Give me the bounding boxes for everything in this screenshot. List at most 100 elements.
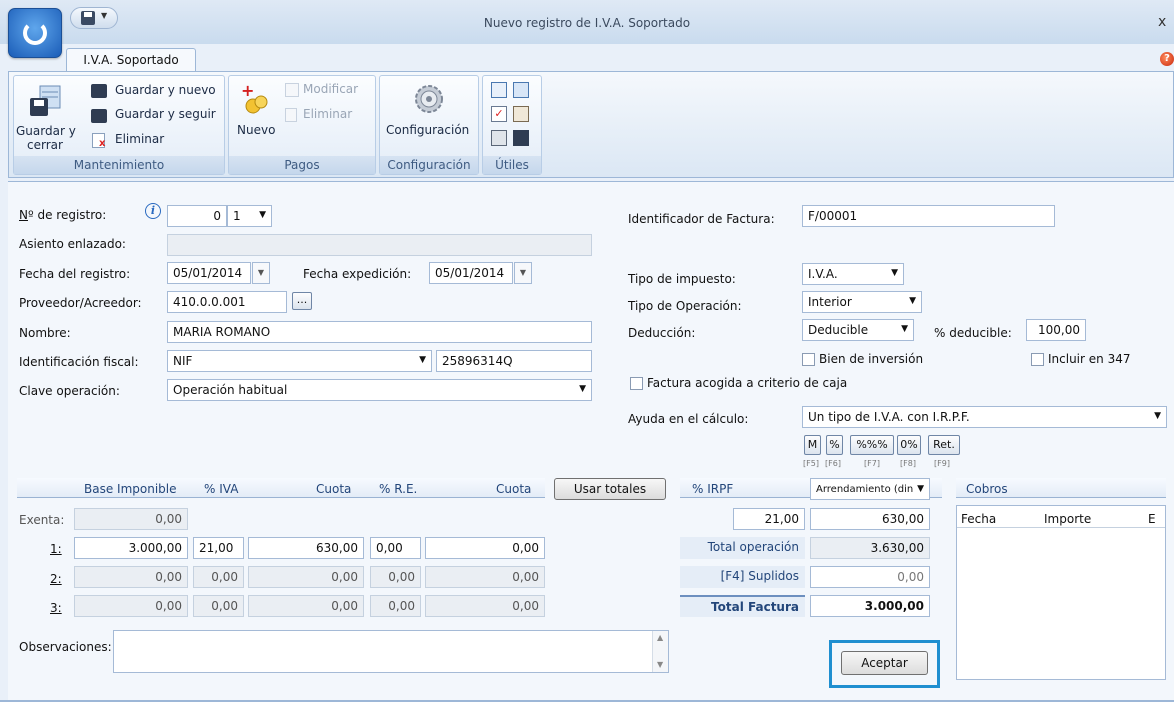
aceptar-button[interactable]: Aceptar: [841, 651, 928, 675]
cobros-col-importe: Importe: [1044, 512, 1092, 526]
identificador-factura-input[interactable]: F/00001: [802, 205, 1055, 227]
observaciones-scrollbar[interactable]: ▲ ▼: [652, 631, 668, 672]
calc-m-button[interactable]: M: [804, 435, 821, 455]
new-payment-button[interactable]: Nuevo: [237, 123, 275, 137]
clock-icon[interactable]: [513, 82, 529, 98]
deduccion-label: Deducción:: [628, 326, 696, 340]
clave-select[interactable]: Operación habitual ▼: [167, 379, 592, 401]
col-cuota-re: Cuota: [496, 482, 532, 496]
row-3-base-input: 0,00: [74, 595, 188, 617]
calc-percent-button[interactable]: %: [826, 435, 843, 455]
col-base-imponible: Base Imponible: [84, 482, 177, 496]
info-icon[interactable]: i: [145, 203, 161, 219]
fecha-registro-input[interactable]: 05/01/2014: [167, 262, 251, 284]
proveedor-label: Proveedor/Acreedor:: [19, 296, 142, 310]
ident-fiscal-input[interactable]: 25896314Q: [436, 350, 592, 372]
group-pagos: + Nuevo Modificar Eliminar Pagos: [228, 75, 376, 175]
registro-number-input[interactable]: 0: [167, 205, 227, 227]
proveedor-input[interactable]: 410.0.0.001: [167, 291, 287, 313]
observaciones-textarea[interactable]: [113, 630, 669, 673]
scroll-down-icon[interactable]: ▼: [657, 660, 663, 669]
ayuda-calculo-value: Un tipo de I.V.A. con I.R.P.F.: [808, 410, 970, 424]
tipo-impuesto-label: Tipo de impuesto:: [628, 272, 736, 286]
delete-button[interactable]: Eliminar: [115, 132, 164, 146]
calc-ret-button[interactable]: Ret.: [928, 435, 960, 455]
irpf-pct-input[interactable]: 21,00: [733, 508, 805, 530]
row-2-iva-input: 0,00: [193, 566, 244, 588]
calc-zero-button[interactable]: 0%: [897, 435, 921, 455]
row-1-cuota-input[interactable]: 630,00: [248, 537, 364, 559]
tab-iva-soportado[interactable]: I.V.A. Soportado: [66, 48, 196, 72]
chevron-down-icon[interactable]: ▼: [101, 11, 107, 20]
irpf-amount-input[interactable]: 630,00: [810, 508, 930, 530]
scroll-up-icon[interactable]: ▲: [657, 633, 663, 642]
chevron-down-icon: ▼: [901, 324, 908, 334]
group-utiles: ✓ Útiles: [482, 75, 542, 175]
cobros-grid[interactable]: [956, 505, 1166, 680]
incluir-347-checkbox[interactable]: [1031, 353, 1044, 366]
delete-payment-button[interactable]: Eliminar: [303, 107, 352, 121]
edit-icon: [285, 83, 299, 97]
tipo-impuesto-value: I.V.A.: [808, 267, 838, 281]
row-1-base-input[interactable]: 3.000,00: [74, 537, 188, 559]
bien-inversion-checkbox[interactable]: [802, 353, 815, 366]
total-factura-label: Total Factura: [680, 595, 805, 617]
calendar-dropdown-button[interactable]: ▼: [514, 262, 532, 284]
exenta-base-input: 0,00: [74, 508, 188, 530]
contacts-icon[interactable]: [513, 106, 529, 122]
chevron-down-icon: ▼: [419, 355, 426, 365]
help-icon[interactable]: ?: [1160, 52, 1174, 66]
suplidos-label[interactable]: [F4] Suplidos: [680, 566, 805, 588]
ayuda-calculo-select[interactable]: Un tipo de I.V.A. con I.R.P.F. ▼: [802, 406, 1167, 428]
proveedor-browse-button[interactable]: ...: [292, 292, 312, 310]
save-new-button[interactable]: Guardar y nuevo: [115, 83, 216, 97]
total-factura-value: 3.000,00: [810, 595, 930, 617]
save-continue-button[interactable]: Guardar y seguir: [115, 107, 216, 121]
phone-icon[interactable]: [513, 130, 529, 146]
registro-serie-value: 1: [233, 209, 241, 223]
asiento-field: [167, 234, 592, 256]
save-close-button[interactable]: Guardar y cerrar: [16, 124, 76, 152]
asiento-label: Asiento enlazado:: [19, 237, 126, 251]
checklist-icon[interactable]: ✓: [491, 106, 507, 122]
irpf-pct-header: % IRPF: [692, 482, 734, 496]
close-icon[interactable]: x: [1158, 14, 1166, 30]
group-label-pagos: Pagos: [229, 156, 375, 174]
nombre-input[interactable]: MARIA ROMANO: [167, 321, 592, 343]
calendar-dropdown-button[interactable]: ▼: [252, 262, 270, 284]
row-3-re-input: 0,00: [370, 595, 421, 617]
app-menu-button[interactable]: [8, 8, 62, 58]
configuration-button[interactable]: Configuración: [386, 123, 469, 137]
pct-deducible-label: % deducible:: [934, 326, 1012, 340]
suplidos-input[interactable]: 0,00: [810, 566, 930, 588]
group-label-mantenimiento: Mantenimiento: [14, 156, 224, 174]
save-close-icon: [28, 84, 62, 120]
calendar-icon[interactable]: [491, 82, 507, 98]
ident-fiscal-type-select[interactable]: NIF ▼: [167, 350, 432, 372]
irpf-type-value: Arrendamiento (din: [816, 484, 914, 495]
deduccion-select[interactable]: Deducible ▼: [802, 319, 914, 341]
calculator-icon[interactable]: [491, 130, 507, 146]
app-logo-icon: [23, 21, 47, 45]
irpf-type-select[interactable]: Arrendamiento (din ▼: [810, 478, 930, 500]
usar-totales-button[interactable]: Usar totales: [554, 478, 666, 500]
calc-multi-percent-button[interactable]: %%%: [850, 435, 894, 455]
row-1-iva-input[interactable]: 21,00: [193, 537, 244, 559]
pct-deducible-input[interactable]: 100,00: [1026, 319, 1086, 341]
tipo-impuesto-select[interactable]: I.V.A. ▼: [802, 263, 904, 285]
ident-fiscal-type-value: NIF: [173, 354, 193, 368]
cobros-title: Cobros: [966, 482, 1008, 496]
criterio-caja-checkbox[interactable]: [630, 377, 643, 390]
modify-payment-button[interactable]: Modificar: [303, 82, 358, 96]
tipo-operacion-value: Interior: [808, 295, 852, 309]
registro-serie-select[interactable]: 1 ▼: [227, 205, 272, 227]
row-1-cuota-re-input[interactable]: 0,00: [425, 537, 545, 559]
ribbon: Guardar y cerrar Guardar y nuevo Guardar…: [8, 71, 1174, 178]
group-label-utiles: Útiles: [483, 156, 541, 174]
save-icon[interactable]: [81, 11, 95, 25]
new-payment-icon: +: [239, 81, 269, 116]
tipo-operacion-select[interactable]: Interior ▼: [802, 291, 922, 313]
row-1-re-input[interactable]: 0,00: [370, 537, 421, 559]
fecha-expedicion-input[interactable]: 05/01/2014: [429, 262, 513, 284]
row-3-cuota-input: 0,00: [248, 595, 364, 617]
